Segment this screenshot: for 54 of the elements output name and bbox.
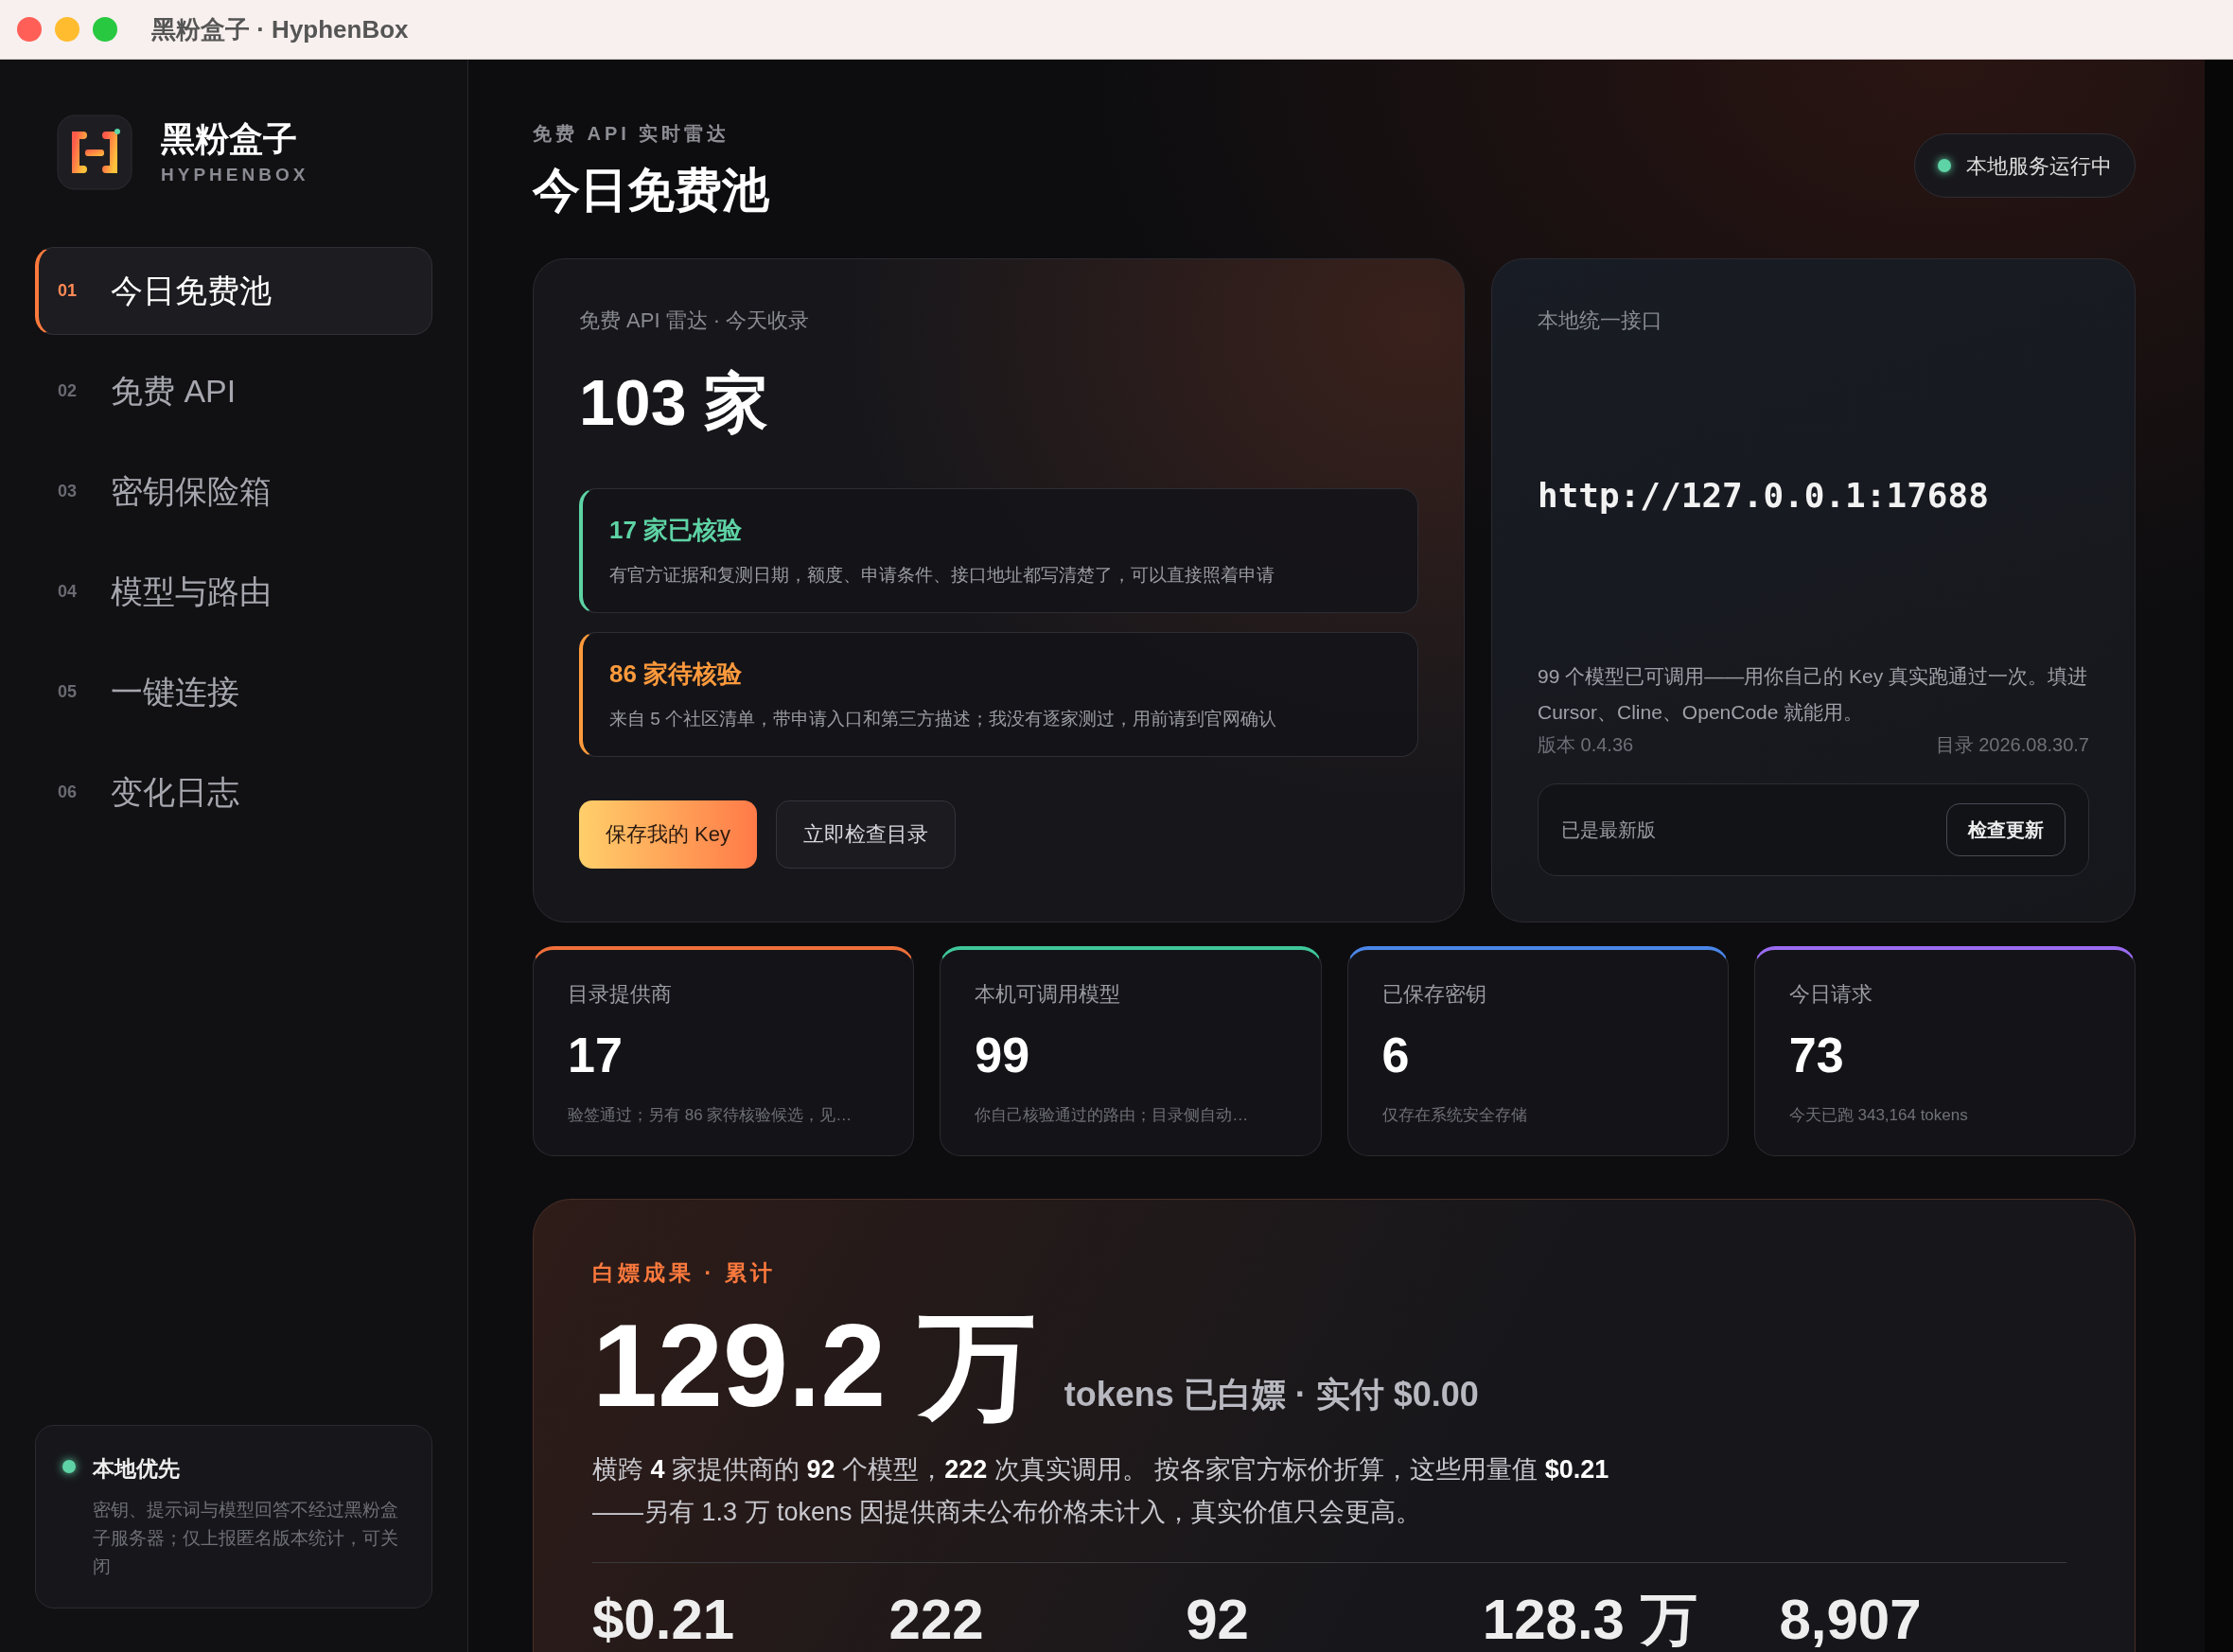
card-caption: 免费 API 雷达 · 今天收录 bbox=[579, 307, 811, 334]
nav-item[interactable]: 02 免费 API bbox=[35, 347, 432, 435]
token-total-note: tokens 已白嫖 · 实付 $0.00 bbox=[1064, 1374, 1479, 1415]
endpoint-url: http://127.0.0.1:17688 bbox=[1538, 474, 1990, 517]
stat-value: 17 bbox=[568, 1026, 624, 1084]
group-title: 17 家已核验 bbox=[609, 514, 744, 546]
zoom-button[interactable] bbox=[93, 17, 117, 42]
stat-value: 73 bbox=[1788, 1026, 1845, 1084]
brand-subtitle: HYPHENBOX bbox=[161, 165, 309, 184]
nav-item[interactable]: 05 一键连接 bbox=[35, 648, 432, 736]
savings-figure: 8,907 bbox=[1779, 1587, 1923, 1652]
check-update-button[interactable]: 检查更新 bbox=[1946, 802, 2066, 856]
stat-label: 今日请求 bbox=[1788, 980, 1873, 1008]
page-eyebrow: 免费 API 实时雷达 bbox=[533, 122, 731, 146]
nav-item[interactable]: 01 今日免费池 bbox=[35, 247, 432, 335]
card-caption: 本地统一接口 bbox=[1538, 307, 1663, 334]
savings-summary: 横跨 4 家提供商的 92 个模型，222 次真实调用。 按各家官方标价折算，这些用量值 $0.21 ——另有 1.3 万 tokens 因提供商未公布价格未计入，真实价值只会更高。 bbox=[592, 1454, 1610, 1528]
minimize-button[interactable] bbox=[55, 17, 79, 42]
stat-label: 已保存密钥 bbox=[1381, 980, 1487, 1008]
savings-figure: 92 bbox=[1186, 1587, 1250, 1652]
logo-icon bbox=[57, 114, 132, 190]
brand-name: 黑粉盒子 bbox=[161, 121, 298, 156]
stat-note: 仅存在系统安全存储 bbox=[1381, 1104, 1528, 1126]
notice-title: 本地优先 bbox=[93, 1454, 181, 1483]
stat-note: 你自己核验通过的路由；目录侧自动… bbox=[975, 1104, 1250, 1126]
catalog-label: 目录 2026.08.30.7 bbox=[1935, 732, 2089, 757]
close-button[interactable] bbox=[17, 17, 42, 42]
nav-item[interactable]: 03 密钥保险箱 bbox=[35, 448, 432, 536]
savings-figure: 222 bbox=[888, 1587, 985, 1652]
savings-eyebrow: 白嫖成果 · 累计 bbox=[592, 1258, 778, 1287]
stat-value: 99 bbox=[975, 1026, 1031, 1084]
stat-label: 本机可调用模型 bbox=[975, 980, 1122, 1008]
check-catalog-button[interactable]: 立即检查目录 bbox=[776, 800, 957, 869]
stat-note: 今天已跑 343,164 tokens bbox=[1788, 1104, 1969, 1126]
group-title: 86 家待核验 bbox=[609, 658, 744, 690]
endpoint-description: 99 个模型已可调用——用你自己的 Key 真实跑通过一次。填进 Cursor、Cline、OpenCode 就能用。 bbox=[1538, 663, 2089, 725]
stat-value: 6 bbox=[1381, 1026, 1411, 1084]
group-description: 来自 5 个社区清单，带申请入口和第三方描述；我没有逐家测过，用前请到官网确认 bbox=[609, 707, 1278, 730]
save-key-button[interactable]: 保存我的 Key bbox=[579, 800, 758, 869]
token-total: 129.2 万 bbox=[592, 1299, 1036, 1432]
status-label: 本地服务运行中 bbox=[1966, 152, 2112, 180]
notice-text: 密钥、提示词与模型回答不经过黑粉盒子服务器；仅上报匿名版本统计，可关闭 bbox=[93, 1499, 399, 1578]
savings-figure: $0.21 bbox=[592, 1587, 736, 1652]
update-status: 已是最新版 bbox=[1561, 817, 1656, 842]
provider-count: 103 家 bbox=[579, 364, 770, 440]
savings-figure: 128.3 万 bbox=[1482, 1587, 1698, 1652]
group-description: 有官方证据和复测日期，额度、申请条件、接口地址都写清楚了，可以直接照着申请 bbox=[609, 563, 1275, 587]
window-title: 黑粉盒子 · HyphenBox bbox=[151, 13, 409, 45]
nav-item[interactable]: 04 模型与路由 bbox=[35, 548, 432, 636]
page-title: 今日免费池 bbox=[533, 163, 769, 219]
nav-item[interactable]: 06 变化日志 bbox=[35, 748, 432, 836]
version-label: 版本 0.4.36 bbox=[1538, 732, 1634, 757]
stat-note: 验签通过；另有 86 家待核验候选，见… bbox=[568, 1104, 853, 1126]
stat-label: 目录提供商 bbox=[568, 980, 673, 1008]
